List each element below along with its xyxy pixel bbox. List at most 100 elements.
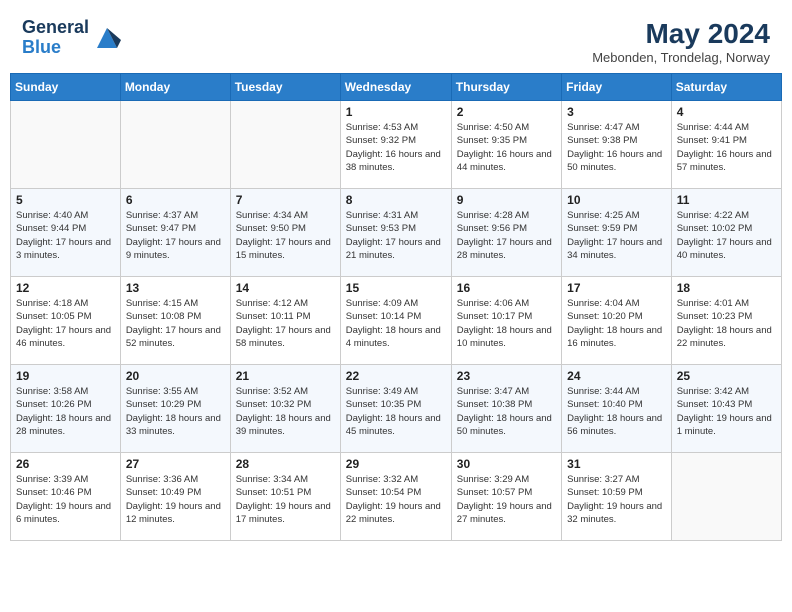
day-info: Sunrise: 3:34 AM Sunset: 10:51 PM Daylig… (236, 473, 335, 526)
day-info: Sunrise: 4:37 AM Sunset: 9:47 PM Dayligh… (126, 209, 225, 262)
day-info: Sunrise: 4:25 AM Sunset: 9:59 PM Dayligh… (567, 209, 666, 262)
day-info: Sunrise: 4:09 AM Sunset: 10:14 PM Daylig… (346, 297, 446, 350)
day-number: 8 (346, 193, 446, 207)
calendar-cell: 2Sunrise: 4:50 AM Sunset: 9:35 PM Daylig… (451, 101, 561, 189)
calendar-cell: 3Sunrise: 4:47 AM Sunset: 9:38 PM Daylig… (562, 101, 672, 189)
day-number: 25 (677, 369, 776, 383)
weekday-header-monday: Monday (120, 74, 230, 101)
calendar-cell: 29 Sunrise: 3:32 AM Sunset: 10:54 PM Dayl… (340, 453, 451, 541)
day-number: 11 (677, 193, 776, 207)
day-info: Sunrise: 3:27 AM Sunset: 10:59 PM Daylig… (567, 473, 666, 526)
calendar-cell: 9 Sunrise: 4:28 AM Sunset: 9:56 PM Daylig… (451, 189, 561, 277)
weekday-header-sunday: Sunday (11, 74, 121, 101)
calendar-cell: 28 Sunrise: 3:34 AM Sunset: 10:51 PM Dayl… (230, 453, 340, 541)
calendar-cell: 13 Sunrise: 4:15 AM Sunset: 10:08 PM Dayl… (120, 277, 230, 365)
day-number: 4 (677, 105, 776, 119)
weekday-header-tuesday: Tuesday (230, 74, 340, 101)
day-number: 21 (236, 369, 335, 383)
day-info: Sunrise: 3:39 AM Sunset: 10:46 PM Daylig… (16, 473, 115, 526)
day-number: 22 (346, 369, 446, 383)
calendar-cell (120, 101, 230, 189)
day-number: 5 (16, 193, 115, 207)
calendar-cell (11, 101, 121, 189)
day-number: 16 (457, 281, 556, 295)
calendar-cell: 11 Sunrise: 4:22 AM Sunset: 10:02 PM Dayl… (671, 189, 781, 277)
day-info: Sunrise: 3:42 AM Sunset: 10:43 PM Daylig… (677, 385, 776, 438)
day-number: 24 (567, 369, 666, 383)
logo-general-text: General (22, 18, 89, 38)
day-info: Sunrise: 3:29 AM Sunset: 10:57 PM Daylig… (457, 473, 556, 526)
page-header: General Blue May 2024 Mebonden, Trondela… (10, 10, 782, 69)
calendar-table: SundayMondayTuesdayWednesdayThursdayFrid… (10, 73, 782, 541)
day-info: Sunrise: 4:06 AM Sunset: 10:17 PM Daylig… (457, 297, 556, 350)
calendar-cell: 22 Sunrise: 3:49 AM Sunset: 10:35 PM Dayl… (340, 365, 451, 453)
day-info: Sunrise: 4:28 AM Sunset: 9:56 PM Dayligh… (457, 209, 556, 262)
weekday-header-wednesday: Wednesday (340, 74, 451, 101)
day-number: 27 (126, 457, 225, 471)
day-number: 9 (457, 193, 556, 207)
day-info: Sunrise: 3:58 AM Sunset: 10:26 PM Daylig… (16, 385, 115, 438)
calendar-week-row: 1Sunrise: 4:53 AM Sunset: 9:32 PM Daylig… (11, 101, 782, 189)
day-number: 18 (677, 281, 776, 295)
calendar-cell: 20 Sunrise: 3:55 AM Sunset: 10:29 PM Dayl… (120, 365, 230, 453)
calendar-cell: 26Sunrise: 3:39 AM Sunset: 10:46 PM Dayl… (11, 453, 121, 541)
day-info: Sunrise: 4:44 AM Sunset: 9:41 PM Dayligh… (677, 121, 776, 174)
calendar-cell: 27Sunrise: 3:36 AM Sunset: 10:49 PM Dayl… (120, 453, 230, 541)
weekday-header-saturday: Saturday (671, 74, 781, 101)
day-number: 30 (457, 457, 556, 471)
day-number: 20 (126, 369, 225, 383)
day-info: Sunrise: 4:34 AM Sunset: 9:50 PM Dayligh… (236, 209, 335, 262)
location-subtitle: Mebonden, Trondelag, Norway (592, 50, 770, 65)
weekday-header-friday: Friday (562, 74, 672, 101)
logo: General Blue (22, 18, 121, 58)
calendar-cell: 7Sunrise: 4:34 AM Sunset: 9:50 PM Daylig… (230, 189, 340, 277)
day-info: Sunrise: 4:31 AM Sunset: 9:53 PM Dayligh… (346, 209, 446, 262)
weekday-header-row: SundayMondayTuesdayWednesdayThursdayFrid… (11, 74, 782, 101)
calendar-cell: 17Sunrise: 4:04 AM Sunset: 10:20 PM Dayl… (562, 277, 672, 365)
calendar-cell: 16 Sunrise: 4:06 AM Sunset: 10:17 PM Dayl… (451, 277, 561, 365)
day-info: Sunrise: 4:40 AM Sunset: 9:44 PM Dayligh… (16, 209, 115, 262)
logo-blue-text: Blue (22, 38, 89, 58)
day-info: Sunrise: 4:15 AM Sunset: 10:08 PM Daylig… (126, 297, 225, 350)
day-info: Sunrise: 4:18 AM Sunset: 10:05 PM Daylig… (16, 297, 115, 350)
calendar-cell: 5 Sunrise: 4:40 AM Sunset: 9:44 PM Daylig… (11, 189, 121, 277)
calendar-cell (671, 453, 781, 541)
calendar-cell: 24 Sunrise: 3:44 AM Sunset: 10:40 PM Dayl… (562, 365, 672, 453)
calendar-cell (230, 101, 340, 189)
day-info: Sunrise: 3:44 AM Sunset: 10:40 PM Daylig… (567, 385, 666, 438)
calendar-cell: 6 Sunrise: 4:37 AM Sunset: 9:47 PM Daylig… (120, 189, 230, 277)
calendar-cell: 10Sunrise: 4:25 AM Sunset: 9:59 PM Dayli… (562, 189, 672, 277)
day-info: Sunrise: 4:22 AM Sunset: 10:02 PM Daylig… (677, 209, 776, 262)
day-number: 29 (346, 457, 446, 471)
calendar-cell: 15 Sunrise: 4:09 AM Sunset: 10:14 PM Dayl… (340, 277, 451, 365)
calendar-cell: 1Sunrise: 4:53 AM Sunset: 9:32 PM Daylig… (340, 101, 451, 189)
calendar-cell: 4 Sunrise: 4:44 AM Sunset: 9:41 PM Daylig… (671, 101, 781, 189)
day-info: Sunrise: 4:53 AM Sunset: 9:32 PM Dayligh… (346, 121, 446, 174)
day-info: Sunrise: 4:01 AM Sunset: 10:23 PM Daylig… (677, 297, 776, 350)
day-number: 17 (567, 281, 666, 295)
day-number: 23 (457, 369, 556, 383)
day-info: Sunrise: 3:32 AM Sunset: 10:54 PM Daylig… (346, 473, 446, 526)
calendar-cell: 12 Sunrise: 4:18 AM Sunset: 10:05 PM Dayl… (11, 277, 121, 365)
day-number: 28 (236, 457, 335, 471)
calendar-cell: 18 Sunrise: 4:01 AM Sunset: 10:23 PM Dayl… (671, 277, 781, 365)
calendar-cell: 21 Sunrise: 3:52 AM Sunset: 10:32 PM Dayl… (230, 365, 340, 453)
day-info: Sunrise: 3:47 AM Sunset: 10:38 PM Daylig… (457, 385, 556, 438)
day-number: 13 (126, 281, 225, 295)
weekday-header-thursday: Thursday (451, 74, 561, 101)
day-info: Sunrise: 4:47 AM Sunset: 9:38 PM Dayligh… (567, 121, 666, 174)
day-number: 12 (16, 281, 115, 295)
day-info: Sunrise: 4:50 AM Sunset: 9:35 PM Dayligh… (457, 121, 556, 174)
day-info: Sunrise: 3:49 AM Sunset: 10:35 PM Daylig… (346, 385, 446, 438)
day-info: Sunrise: 3:52 AM Sunset: 10:32 PM Daylig… (236, 385, 335, 438)
calendar-week-row: 26Sunrise: 3:39 AM Sunset: 10:46 PM Dayl… (11, 453, 782, 541)
day-info: Sunrise: 3:55 AM Sunset: 10:29 PM Daylig… (126, 385, 225, 438)
day-info: Sunrise: 4:12 AM Sunset: 10:11 PM Daylig… (236, 297, 335, 350)
logo-icon (93, 24, 121, 52)
day-number: 15 (346, 281, 446, 295)
day-number: 14 (236, 281, 335, 295)
calendar-cell: 8 Sunrise: 4:31 AM Sunset: 9:53 PM Daylig… (340, 189, 451, 277)
day-number: 6 (126, 193, 225, 207)
calendar-cell: 31Sunrise: 3:27 AM Sunset: 10:59 PM Dayl… (562, 453, 672, 541)
calendar-cell: 19Sunrise: 3:58 AM Sunset: 10:26 PM Dayl… (11, 365, 121, 453)
